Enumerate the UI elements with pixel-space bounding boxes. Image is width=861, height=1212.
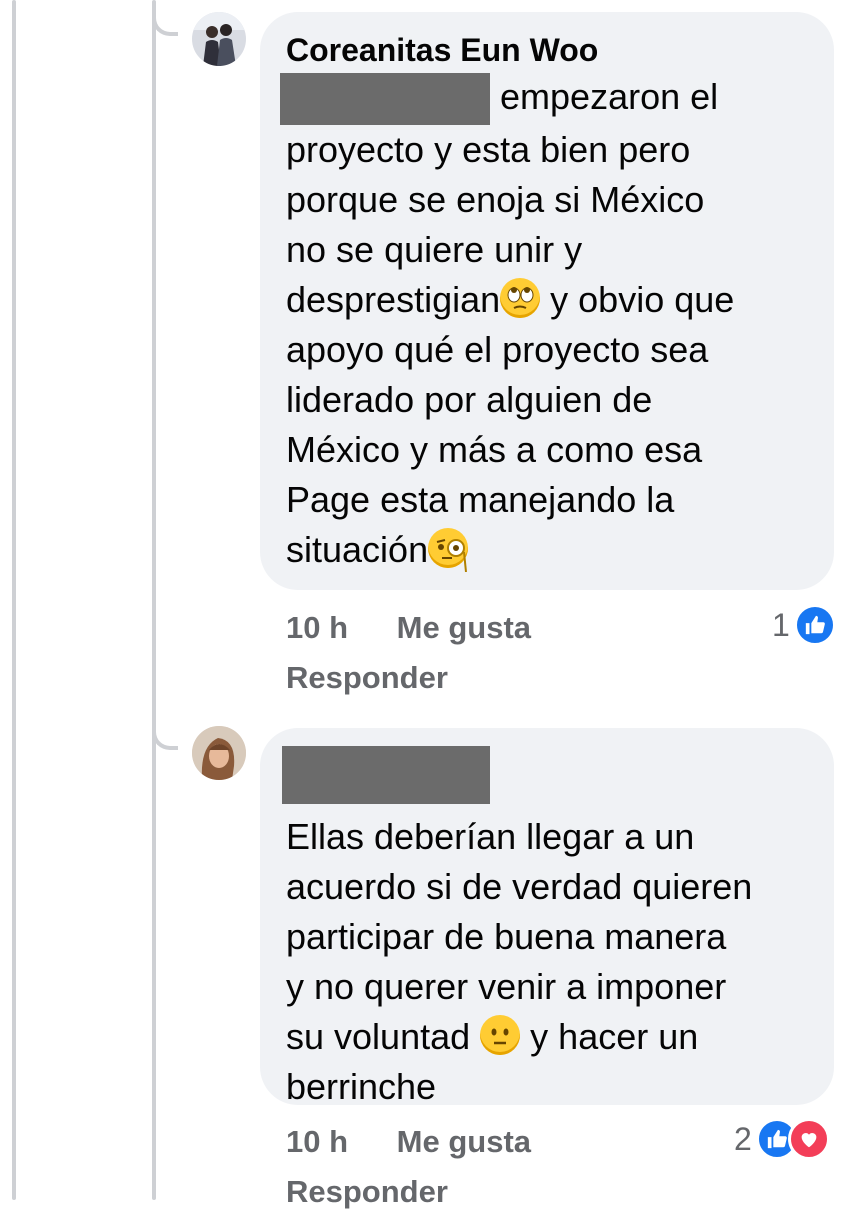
comment-line: empezaron el bbox=[280, 72, 808, 126]
neutral-face-emoji-icon bbox=[480, 1015, 521, 1055]
thread-line bbox=[152, 0, 156, 1200]
comment-line: desprestigian y obvio que bbox=[286, 278, 735, 321]
avatar[interactable] bbox=[192, 726, 246, 780]
like-button[interactable]: Me gusta bbox=[397, 1124, 531, 1159]
reaction-count: 2 bbox=[734, 1120, 752, 1157]
mention-link[interactable] bbox=[280, 73, 490, 126]
like-button[interactable]: Me gusta bbox=[397, 610, 531, 645]
comment-author[interactable] bbox=[282, 746, 808, 804]
reaction-summary[interactable]: 1 bbox=[772, 604, 836, 646]
comment-timestamp[interactable]: 10 h bbox=[286, 610, 348, 645]
redacted-author-name bbox=[282, 746, 490, 804]
comment-line: su voluntad y hacer un bbox=[286, 1015, 699, 1057]
thread-line-outer bbox=[12, 0, 16, 1200]
reaction-count: 1 bbox=[772, 606, 790, 643]
avatar[interactable] bbox=[192, 12, 246, 66]
monocle-emoji-icon bbox=[428, 528, 469, 573]
reply-button[interactable]: Responder bbox=[286, 1172, 448, 1212]
like-icon bbox=[793, 604, 836, 646]
love-icon bbox=[787, 1118, 830, 1160]
reply-button[interactable]: Responder bbox=[286, 658, 448, 698]
redacted-mention bbox=[280, 73, 490, 126]
comment-text: empezaron el proyecto y esta bien pero p… bbox=[280, 72, 808, 575]
comment-bubble: Coreanitas Eun Woo empezaron el proyecto… bbox=[260, 12, 834, 590]
comment-meta: 10 h Me gusta bbox=[286, 1122, 571, 1162]
rolling-eyes-emoji-icon bbox=[500, 278, 541, 319]
comment-line: situación bbox=[286, 525, 808, 575]
comment-bubble: Ellas deberían llegar a un acuerdo si de… bbox=[260, 728, 834, 1107]
reaction-summary[interactable]: 2 bbox=[734, 1118, 830, 1160]
comment-timestamp[interactable]: 10 h bbox=[286, 1124, 348, 1159]
comment-author[interactable]: Coreanitas Eun Woo bbox=[286, 30, 808, 70]
comment-meta: 10 h Me gusta bbox=[286, 608, 571, 648]
comment-text: Ellas deberían llegar a un acuerdo si de… bbox=[286, 812, 808, 1112]
